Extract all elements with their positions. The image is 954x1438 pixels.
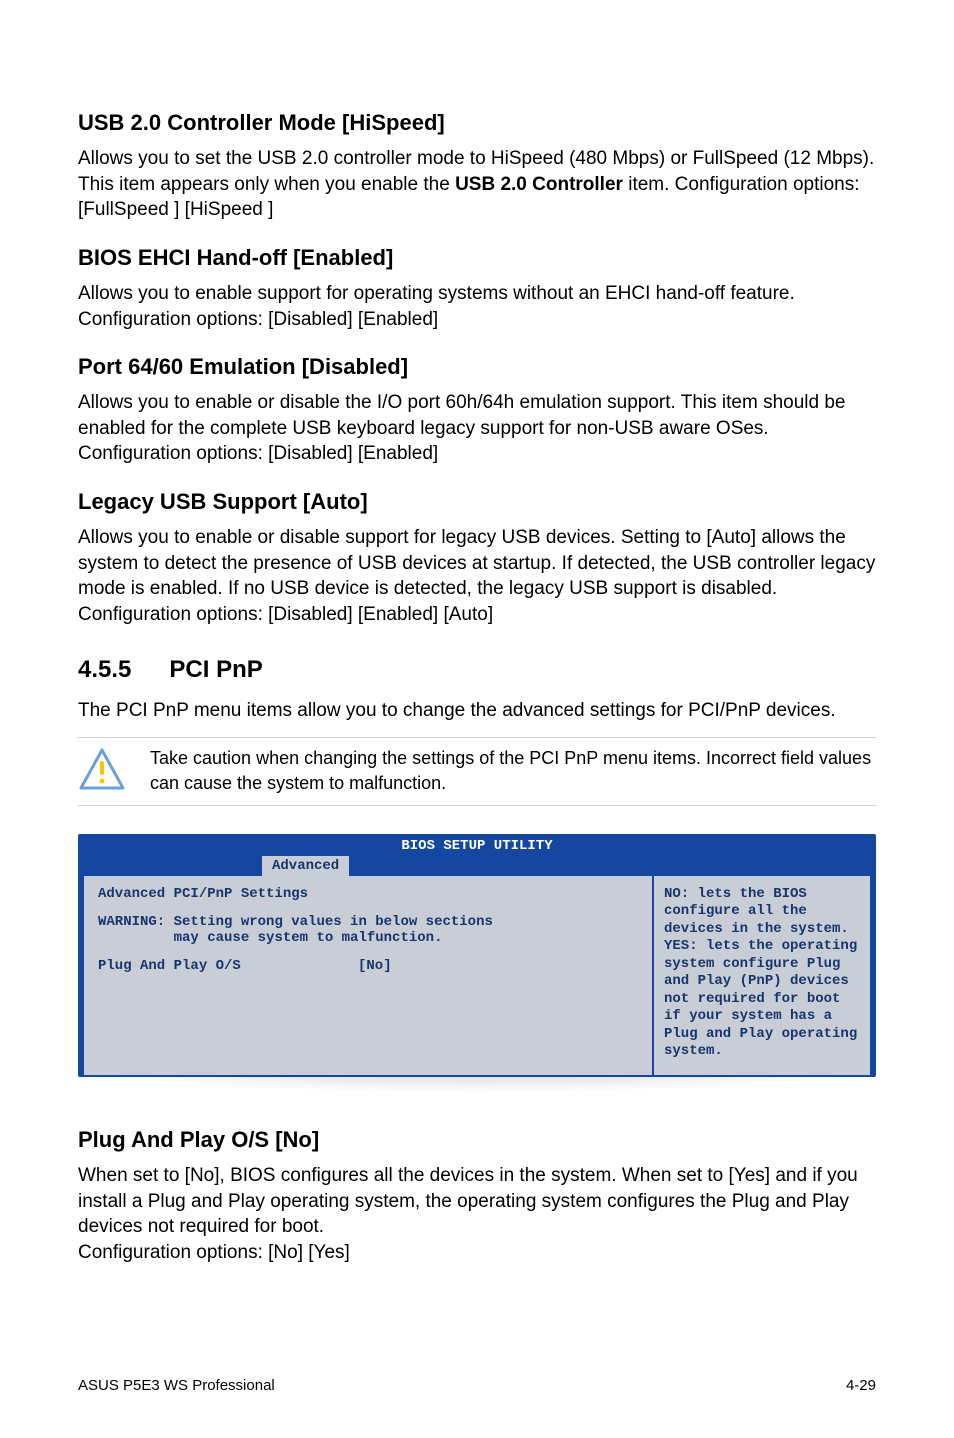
heading-port6460: Port 64/60 Emulation [Disabled] — [78, 354, 876, 380]
alert-text: Take caution when changing the settings … — [150, 746, 876, 795]
alert-container: Take caution when changing the settings … — [78, 737, 876, 806]
body-usb-mode: Allows you to set the USB 2.0 controller… — [78, 146, 876, 223]
bios-warning-line2: may cause system to malfunction. — [174, 930, 443, 946]
page-footer: ASUS P5E3 WS Professional 4-29 — [0, 1327, 954, 1424]
warning-icon — [78, 748, 126, 790]
body-port6460: Allows you to enable or disable the I/O … — [78, 390, 876, 467]
subsection-number: 4.5.5 — [78, 656, 131, 684]
text-usb-mode-bold: USB 2.0 Controller — [455, 174, 623, 195]
bios-header: Advanced PCI/PnP Settings — [98, 886, 638, 902]
body-ehci: Allows you to enable support for operati… — [78, 281, 876, 332]
body-pcipnp-intro: The PCI PnP menu items allow you to chan… — [78, 698, 876, 724]
bios-title: BIOS SETUP UTILITY — [80, 836, 874, 856]
body-legacy: Allows you to enable or disable support … — [78, 525, 876, 628]
bios-warning-line1: Setting wrong values in below sections — [174, 914, 493, 930]
footer-left: ASUS P5E3 WS Professional — [78, 1377, 275, 1394]
heading-legacy: Legacy USB Support [Auto] — [78, 489, 876, 515]
heading-ehci: BIOS EHCI Hand-off [Enabled] — [78, 245, 876, 271]
bios-panel: BIOS SETUP UTILITY Advanced Advanced PCI… — [78, 834, 876, 1093]
body-plug: When set to [No], BIOS configures all th… — [78, 1163, 876, 1266]
bios-main-pane: Advanced PCI/PnP Settings WARNING: Setti… — [80, 876, 654, 1075]
subsection-pcipnp: 4.5.5 PCI PnP — [78, 656, 876, 684]
page-content: USB 2.0 Controller Mode [HiSpeed] Allows… — [0, 0, 954, 1327]
heading-plug: Plug And Play O/S [No] — [78, 1127, 876, 1153]
bios-warning: WARNING: Setting wrong values in below s… — [98, 914, 638, 946]
bios-tab-advanced[interactable]: Advanced — [260, 856, 351, 876]
subsection-title: PCI PnP — [169, 656, 262, 684]
footer-right: 4-29 — [846, 1377, 876, 1394]
bios-help-pane: NO: lets the BIOS configure all the devi… — [654, 876, 874, 1075]
heading-usb-mode: USB 2.0 Controller Mode [HiSpeed] — [78, 110, 876, 136]
bios-row-plug-and-play[interactable]: Plug And Play O/S [No] — [98, 958, 638, 974]
bios-warning-label: WARNING: — [98, 914, 165, 930]
bios-row-label: Plug And Play O/S — [98, 958, 358, 974]
bios-row-value: [No] — [358, 958, 392, 974]
bios-shadow — [78, 1077, 876, 1093]
alert-caution: Take caution when changing the settings … — [78, 738, 876, 805]
